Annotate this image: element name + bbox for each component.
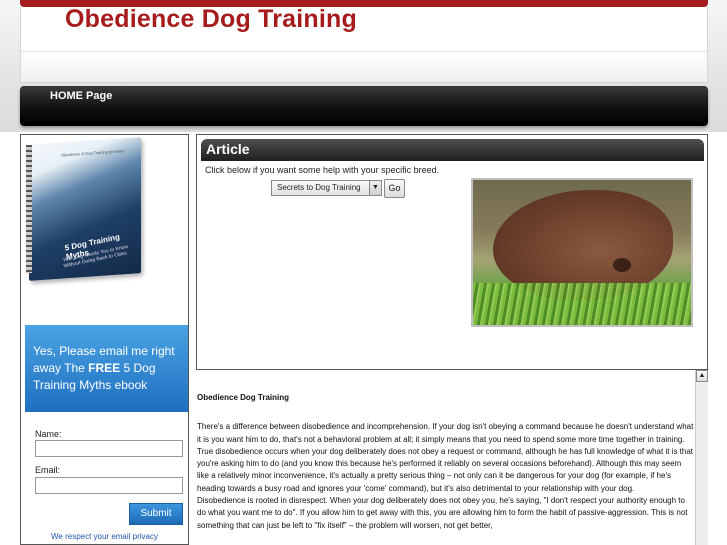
sidebar: Obedience & Dog Training presents 5 Dog … <box>20 134 189 545</box>
name-label: Name: <box>35 429 62 439</box>
privacy-link[interactable]: We respect your email privacy <box>21 532 188 541</box>
content-paragraph-2: Disobedience is rooted in disrespect. Wh… <box>197 496 688 530</box>
breed-select[interactable]: Secrets to Dog Training ▼ <box>271 180 382 196</box>
content-heading: Obedience Dog Training <box>197 393 290 402</box>
article-header: Article <box>201 139 704 161</box>
ebook-publisher-text: Obedience & Dog Training presents <box>61 148 125 158</box>
ebook-cover: Obedience & Dog Training presents 5 Dog … <box>29 137 141 281</box>
article-panel: Article Click below if you want some hel… <box>196 134 708 370</box>
email-input[interactable] <box>35 477 183 494</box>
article-header-title: Article <box>206 141 250 157</box>
breed-select-value: Secrets to Dog Training <box>277 183 361 192</box>
name-input[interactable] <box>35 440 183 457</box>
dog-photo <box>471 178 693 327</box>
site-title[interactable]: Obedience Dog Training <box>65 5 357 34</box>
ebook-spiral-binding <box>26 145 32 273</box>
header-divider <box>21 51 707 52</box>
main-navbar: HOME Page <box>20 86 708 126</box>
breed-prompt: Click below if you want some help with y… <box>205 165 440 175</box>
scroll-up-arrow-icon[interactable]: ▲ <box>696 370 708 382</box>
nav-item-home[interactable]: HOME Page <box>50 90 112 102</box>
dog-nose-shape <box>613 258 631 272</box>
grass-shape <box>473 283 691 325</box>
go-button[interactable]: Go <box>384 179 405 198</box>
ebook-cover-image: Obedience & Dog Training presents 5 Dog … <box>26 137 147 281</box>
article-content: Obedience Dog Training There's a differe… <box>197 392 694 532</box>
optin-text-free: FREE <box>88 361 121 375</box>
email-label: Email: <box>35 465 61 475</box>
optin-banner: Yes, Please email me right away The FREE… <box>25 325 188 412</box>
submit-button[interactable]: Submit <box>129 503 183 525</box>
content-paragraph-1: There's a difference between disobedienc… <box>197 422 694 493</box>
content-scrollbar[interactable]: ▲ <box>695 370 708 545</box>
chevron-down-icon[interactable]: ▼ <box>369 181 381 195</box>
optin-text: Yes, Please email me right away The FREE… <box>33 343 183 394</box>
